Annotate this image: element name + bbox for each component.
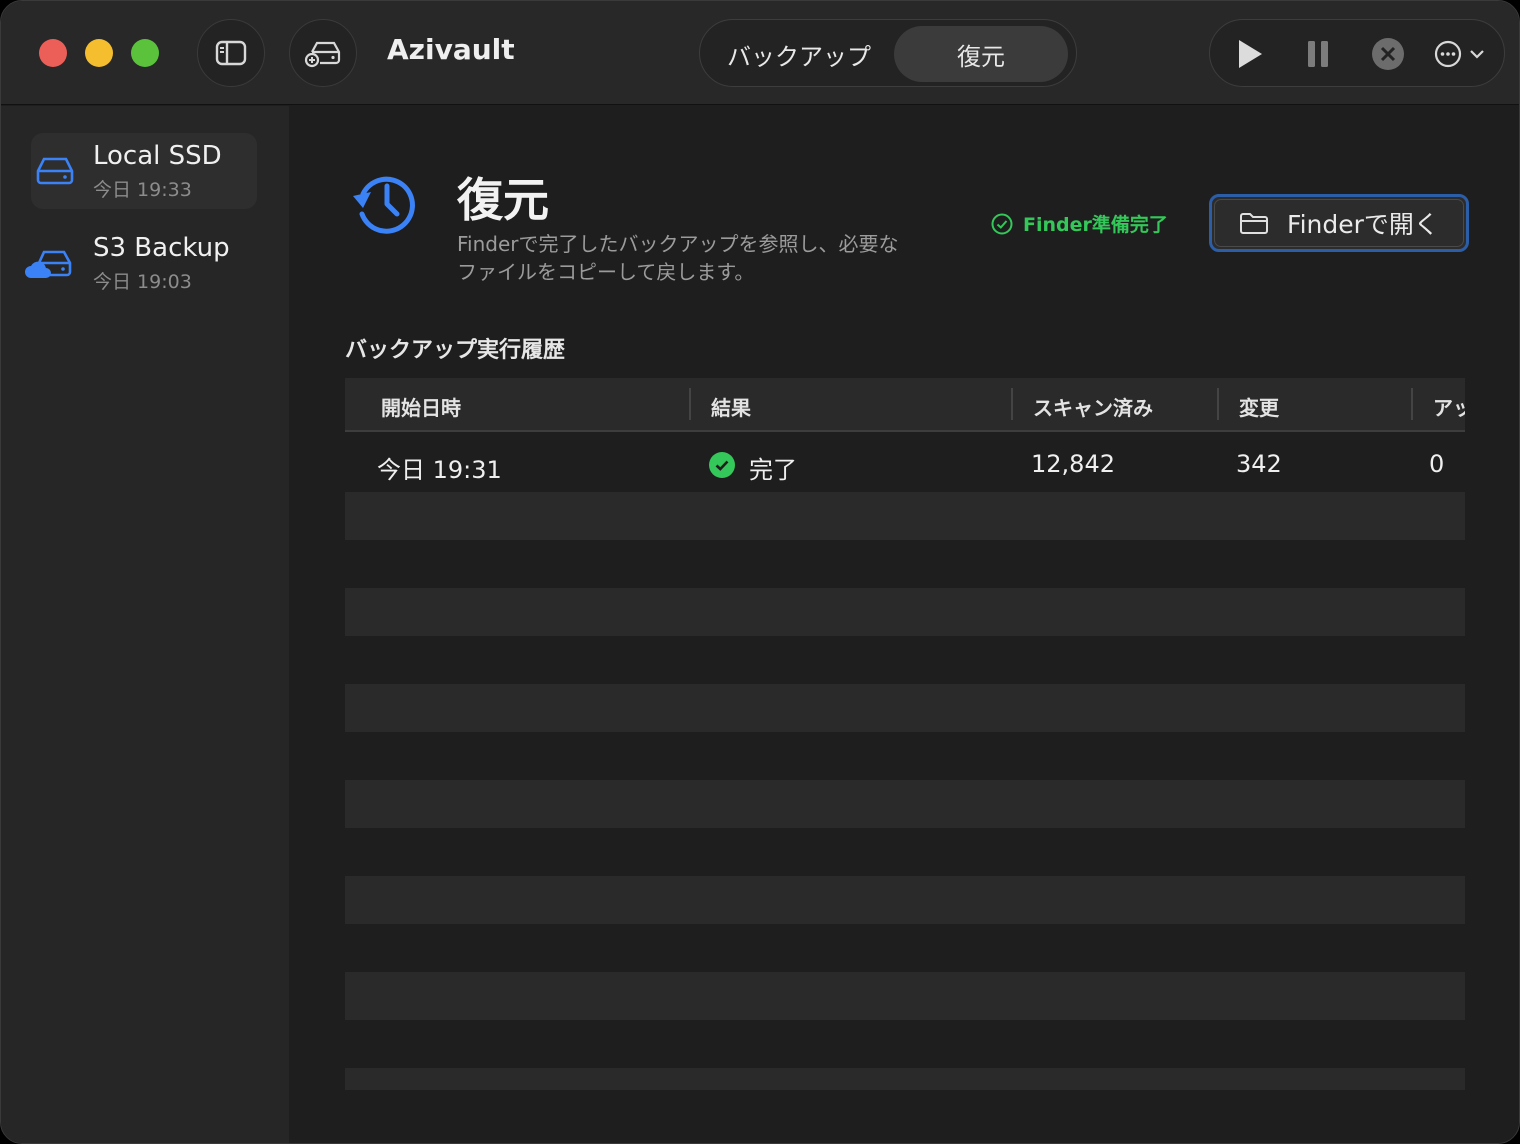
- main-content: 復元 Finderで完了したバックアップを参照し、必要なファイルをコピーして戻し…: [289, 106, 1519, 1143]
- add-source-button[interactable]: [289, 19, 357, 87]
- empty-row: [345, 1020, 1465, 1068]
- play-icon: [1239, 40, 1262, 68]
- history-table: 開始日時 結果 スキャン済み 変更 アッ 今日 19:31 完了 12,842 …: [345, 378, 1465, 1090]
- finder-status: Finder準備完了: [991, 210, 1168, 237]
- empty-row: [345, 972, 1465, 1020]
- open-in-finder-label: Finderで開く: [1287, 210, 1439, 239]
- column-header-scanned[interactable]: スキャン済み: [1033, 392, 1153, 421]
- empty-row: [345, 540, 1465, 588]
- table-header: 開始日時 結果 スキャン済み 変更 アッ: [345, 378, 1465, 432]
- sidebar-toggle-icon: [215, 40, 247, 66]
- source-last-run: 今日 19:33: [93, 179, 192, 201]
- mode-segmented-control: バックアップ 復元: [699, 19, 1077, 87]
- empty-row: [345, 588, 1465, 636]
- source-last-run: 今日 19:03: [93, 271, 192, 293]
- restore-history-icon: [353, 176, 415, 234]
- column-header-uploaded[interactable]: アッ: [1433, 392, 1465, 421]
- sidebar: Local SSD 今日 19:33 S3 Backup 今日 19:03: [1, 106, 289, 1143]
- pause-button[interactable]: [1296, 32, 1340, 76]
- finder-status-label: Finder準備完了: [1023, 214, 1168, 236]
- folder-icon: [1240, 213, 1269, 234]
- source-name: Local SSD: [93, 141, 222, 171]
- page-description: Finderで完了したバックアップを参照し、必要なファイルをコピーして戻します。: [457, 232, 899, 284]
- app-window: Azivault バックアップ 復元 Local SSD 今日 19:33 S3…: [0, 0, 1520, 1144]
- minimize-window-button[interactable]: [85, 39, 113, 67]
- run-button[interactable]: [1228, 32, 1272, 76]
- cell-start: 今日 19:31: [377, 456, 502, 484]
- more-menu-button[interactable]: [1432, 32, 1490, 76]
- more-menu-icon: [1434, 40, 1484, 68]
- tab-restore[interactable]: 復元: [894, 26, 1068, 82]
- column-header-start[interactable]: 開始日時: [381, 392, 461, 421]
- history-section-title: バックアップ実行履歴: [345, 338, 566, 363]
- empty-row: [345, 780, 1465, 828]
- success-check-icon: [709, 452, 735, 478]
- app-title: Azivault: [387, 33, 515, 66]
- empty-row: [345, 924, 1465, 972]
- drive-icon: [36, 157, 74, 185]
- column-header-changed[interactable]: 変更: [1239, 392, 1279, 421]
- titlebar: Azivault バックアップ 復元: [1, 1, 1519, 105]
- stop-circle-icon: [1372, 38, 1404, 70]
- pause-icon: [1308, 41, 1328, 67]
- check-circle-icon: [991, 213, 1013, 234]
- empty-row: [345, 732, 1465, 780]
- empty-row: [345, 492, 1465, 540]
- cell-scanned: 12,842: [1031, 450, 1115, 478]
- stop-button[interactable]: [1366, 32, 1410, 76]
- empty-row: [345, 876, 1465, 924]
- empty-row: [345, 1068, 1465, 1090]
- cell-changed: 342: [1236, 450, 1282, 478]
- sidebar-item-local-ssd[interactable]: Local SSD 今日 19:33: [31, 133, 257, 209]
- open-in-finder-button[interactable]: Finderで開く: [1209, 194, 1469, 252]
- empty-row: [345, 684, 1465, 732]
- column-header-result[interactable]: 結果: [711, 392, 751, 421]
- add-drive-icon: [304, 41, 341, 68]
- empty-row: [345, 636, 1465, 684]
- zoom-window-button[interactable]: [131, 39, 159, 67]
- table-row[interactable]: 今日 19:31 完了 12,842 342 0: [345, 440, 1465, 488]
- run-controls: [1209, 19, 1505, 87]
- tab-backup[interactable]: バックアップ: [706, 26, 892, 82]
- empty-row: [345, 828, 1465, 876]
- close-window-button[interactable]: [39, 39, 67, 67]
- cell-uploaded: 0: [1429, 450, 1445, 478]
- source-name: S3 Backup: [93, 233, 230, 263]
- sidebar-item-s3-backup[interactable]: S3 Backup 今日 19:03: [25, 225, 257, 301]
- toggle-sidebar-button[interactable]: [197, 19, 265, 87]
- page-title: 復元: [457, 173, 549, 227]
- cell-result: 完了: [749, 456, 797, 484]
- cloud-drive-icon: [25, 250, 72, 278]
